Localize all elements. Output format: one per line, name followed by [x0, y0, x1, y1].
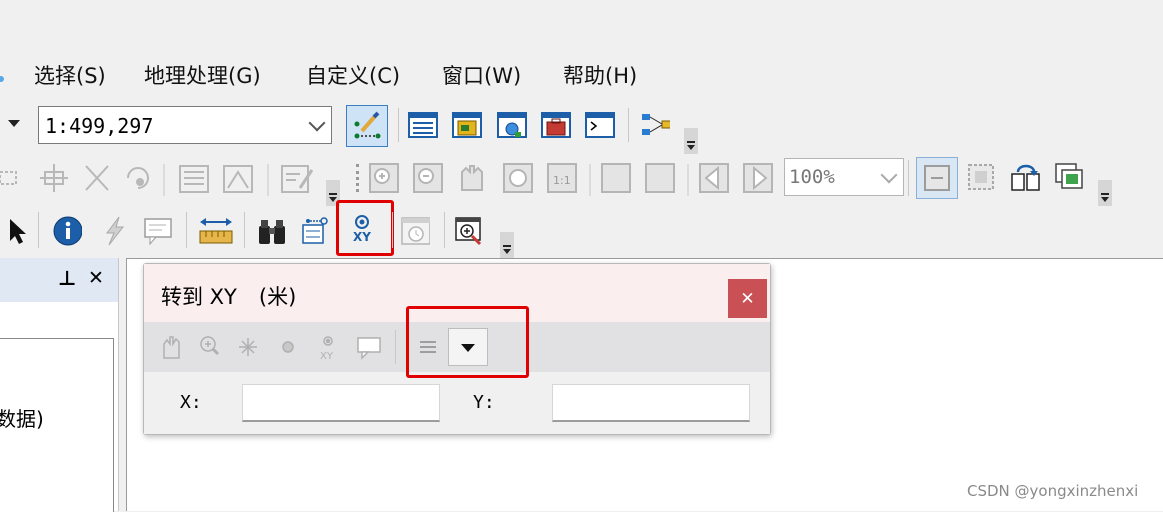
menu-geoprocessing[interactable]: 地理处理(G): [144, 60, 261, 90]
toolbox-icon: [541, 112, 571, 138]
search-window-icon: [497, 112, 527, 138]
flash-icon: [239, 338, 257, 356]
clock-window-icon: [401, 217, 430, 245]
table-of-contents-button[interactable]: [408, 110, 438, 140]
goto-xy-dialog: 转到 XY (米) ✕ XY X: Y:: [143, 263, 771, 435]
menu-select[interactable]: 选择(S): [34, 60, 106, 90]
chevron-down-icon[interactable]: [880, 166, 898, 184]
find-route-icon: [302, 217, 328, 244]
table-of-contents-panel: ⊥ ✕ 数据): [0, 258, 119, 512]
edit-pencil-icon: [354, 111, 381, 139]
menu-overflow-icon: [0, 76, 4, 82]
find-route-button[interactable]: [300, 216, 330, 246]
arctoolbox-button[interactable]: [541, 110, 571, 140]
pin-icon[interactable]: ⊥: [58, 266, 76, 290]
close-icon[interactable]: ✕: [88, 267, 104, 289]
dialog-close-button[interactable]: ✕: [728, 279, 767, 318]
change-layout-button[interactable]: [1010, 162, 1040, 192]
svg-text:1:1: 1:1: [553, 174, 571, 187]
pan-icon: [163, 336, 180, 359]
change-layout-icon: [1011, 164, 1040, 191]
data-driven-pages-icon: [1055, 163, 1083, 189]
highlight-units-dropdown: [406, 306, 529, 378]
toc-panel-header: ⊥ ✕: [0, 258, 118, 302]
toc-item-label[interactable]: 数据): [0, 403, 44, 432]
dialog-tool-icons: XY: [163, 336, 381, 362]
layout-zoom-value: 100%: [789, 166, 835, 188]
viewer-window-icon: [455, 217, 482, 246]
popup-icon: [144, 218, 172, 246]
focus-data-frame-icon: [968, 164, 994, 190]
layout-zoom-combo[interactable]: 100%: [784, 158, 904, 196]
select-elements-button[interactable]: [2, 216, 32, 246]
toolbar-grip-3[interactable]: [1098, 180, 1112, 206]
catalog-icon: [452, 112, 482, 138]
time-slider-button[interactable]: [400, 216, 430, 246]
info-icon: [53, 216, 82, 246]
map-scale-value: 1:499,297: [45, 114, 154, 138]
search-window-button[interactable]: [497, 110, 527, 140]
layout-tools-disabled: 1:1: [369, 163, 773, 196]
x-coordinate-input[interactable]: [242, 384, 440, 422]
python-window-icon: [585, 112, 615, 138]
python-window-button[interactable]: [585, 110, 615, 140]
menu-customize[interactable]: 自定义(C): [306, 60, 400, 90]
menu-windows[interactable]: 窗口(W): [442, 60, 521, 90]
toolbar-overflow-icon[interactable]: [8, 120, 20, 127]
svg-text:XY: XY: [320, 351, 334, 362]
watermark: CSDN @yongxinzhenxi: [967, 482, 1139, 500]
arrow-pointer-icon: [10, 219, 26, 244]
ruler-icon: [199, 218, 233, 244]
chevron-down-icon[interactable]: [308, 114, 326, 132]
editor-toolbar-button[interactable]: [346, 105, 388, 147]
data-driven-pages-button[interactable]: [1054, 162, 1084, 192]
menu-bar: 选择(S) 地理处理(G) 自定义(C) 窗口(W) 帮助(H): [0, 52, 1163, 96]
add-point-icon: [282, 341, 294, 353]
x-label: X:: [180, 392, 202, 413]
binoculars-icon: [259, 220, 285, 244]
menu-help[interactable]: 帮助(H): [563, 60, 637, 90]
disabled-edit-tools: [0, 164, 314, 196]
y-label: Y:: [473, 392, 495, 413]
find-button[interactable]: [256, 216, 286, 246]
create-viewer-window-button[interactable]: [454, 216, 484, 246]
add-labeled-point-icon: [323, 336, 333, 346]
y-coordinate-input[interactable]: [552, 384, 750, 422]
toggle-draft-mode-button[interactable]: [916, 157, 958, 199]
html-popup-button[interactable]: [142, 216, 172, 246]
modelbuilder-button[interactable]: [640, 110, 670, 140]
toolbar-grip-4[interactable]: [500, 232, 514, 258]
catalog-button[interactable]: [452, 110, 482, 140]
dialog-coordinates: X: Y:: [144, 372, 770, 434]
table-of-contents-icon: [408, 112, 438, 138]
close-icon: ✕: [740, 288, 755, 309]
add-callout-icon: [357, 337, 381, 360]
highlight-goto-xy: [336, 200, 394, 256]
draft-mode-icon: [924, 165, 950, 191]
measure-button[interactable]: [198, 214, 234, 248]
toc-list[interactable]: 数据): [0, 338, 114, 512]
toolbar-grip-1[interactable]: [684, 128, 698, 154]
dialog-title: 转到 XY (米): [161, 285, 297, 309]
hyperlink-button[interactable]: [100, 216, 130, 246]
zoom-to-icon: [200, 336, 220, 356]
focus-data-frame-button[interactable]: [966, 162, 996, 192]
layout-toolbar-handle[interactable]: [356, 164, 362, 192]
map-scale-combo[interactable]: 1:499,297: [38, 106, 332, 144]
modelbuilder-icon: [642, 114, 670, 135]
identify-button[interactable]: [52, 216, 82, 246]
lightning-icon: [106, 216, 125, 246]
